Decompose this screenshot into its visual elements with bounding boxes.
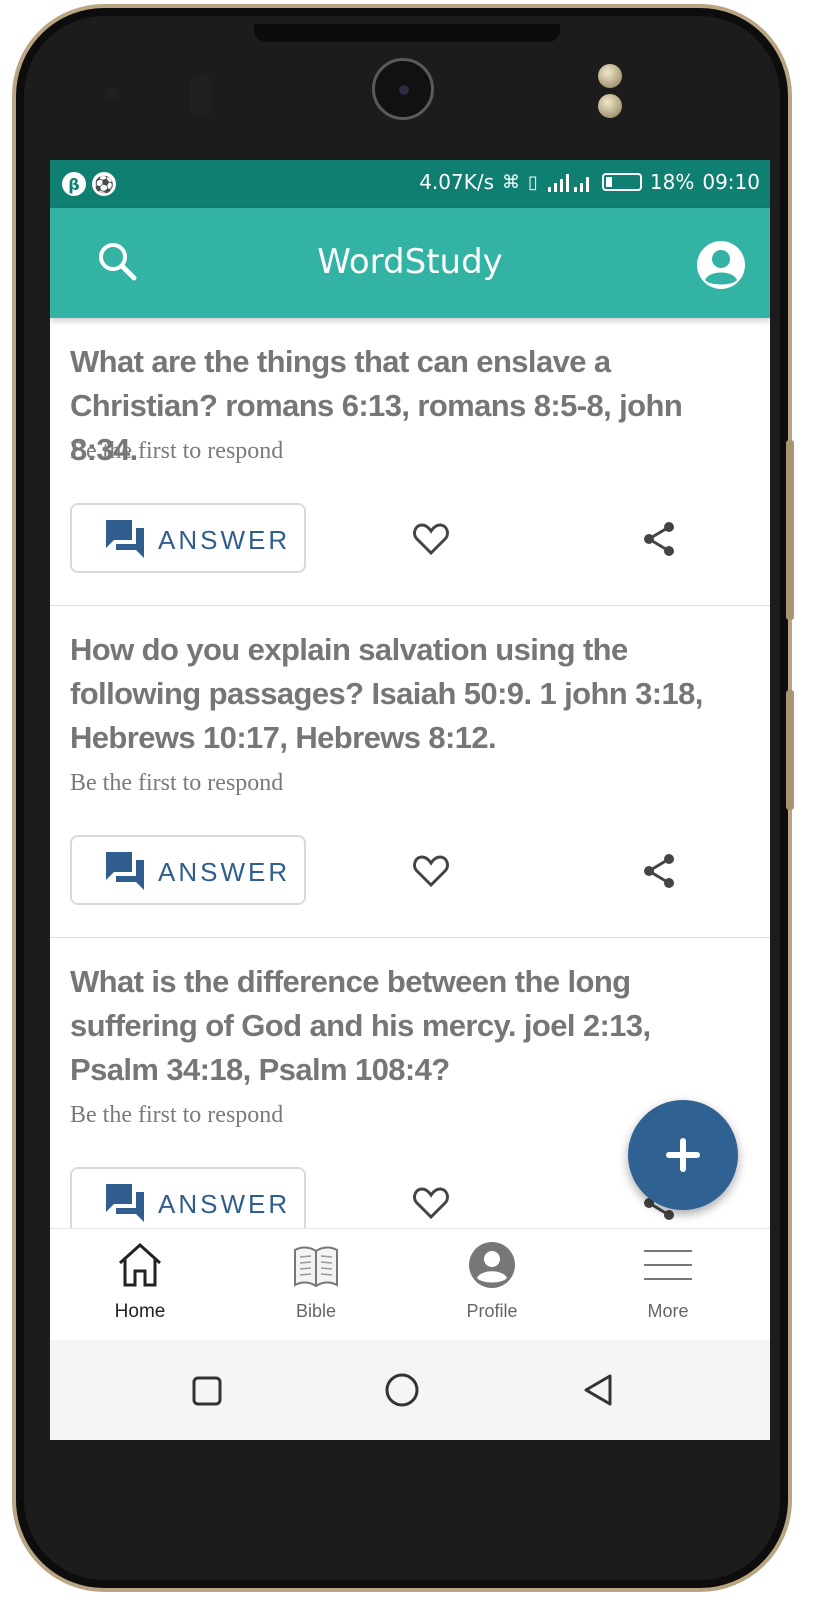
like-button[interactable]	[412, 520, 450, 558]
soccer-ball-icon: ⚽	[92, 172, 116, 196]
app-screen: β ⚽ 4.07K/s ⌘ ▯ 18% 09:10 WordStudy What…	[50, 160, 770, 1440]
flash-led-top	[598, 64, 622, 88]
forum-icon	[106, 852, 144, 890]
heart-icon	[413, 1187, 449, 1220]
circle-icon	[385, 1373, 419, 1407]
recents-button[interactable]	[186, 1370, 226, 1410]
answer-label: ANSWER	[158, 1189, 291, 1219]
response-status: Be the first to respond	[70, 438, 284, 464]
app-bar: WordStudy	[50, 208, 770, 318]
app-notification-icon: β	[62, 172, 86, 196]
heart-icon	[413, 523, 449, 556]
book-icon	[294, 1246, 338, 1288]
share-icon	[644, 854, 674, 888]
answer-button[interactable]: ANSWER	[70, 1167, 306, 1237]
volume-button	[786, 440, 794, 620]
menu-icon	[644, 1250, 692, 1280]
vibrate-icon: ▯	[528, 171, 538, 193]
battery-icon	[601, 173, 642, 191]
like-button[interactable]	[412, 1184, 450, 1222]
system-navigation-bar	[50, 1340, 770, 1440]
profile-icon	[469, 1242, 515, 1288]
answer-label: ANSWER	[158, 525, 291, 555]
clock: 09:10	[702, 170, 760, 194]
nav-profile[interactable]: Profile	[402, 1229, 582, 1341]
answer-label: ANSWER	[158, 857, 291, 887]
battery-percent: 18%	[649, 170, 695, 194]
front-camera	[372, 58, 434, 120]
status-bar: β ⚽ 4.07K/s ⌘ ▯ 18% 09:10	[50, 160, 770, 208]
home-icon	[118, 1242, 162, 1287]
like-button[interactable]	[412, 852, 450, 890]
forum-icon	[106, 520, 144, 558]
account-circle-icon	[697, 241, 745, 289]
add-question-button[interactable]	[628, 1100, 738, 1210]
response-status: Be the first to respond	[70, 1102, 284, 1128]
response-status: Be the first to respond	[70, 770, 284, 796]
share-icon	[644, 522, 674, 556]
answer-button[interactable]: ANSWER	[70, 835, 306, 905]
square-icon	[192, 1376, 222, 1406]
bottom-navigation: Home Bible Profile More	[50, 1228, 770, 1341]
forum-icon	[106, 1184, 144, 1222]
flash-led-bottom	[598, 94, 622, 118]
proximity-sensor	[106, 88, 118, 100]
nav-home[interactable]: Home	[50, 1229, 230, 1341]
light-sensor	[190, 74, 212, 116]
share-button[interactable]	[640, 852, 678, 890]
power-button	[786, 690, 794, 810]
earpiece-speaker	[254, 24, 560, 42]
back-button[interactable]	[578, 1370, 618, 1410]
heart-icon	[413, 855, 449, 888]
nav-bible-label: Bible	[295, 1301, 337, 1321]
nav-bible[interactable]: Bible	[226, 1229, 406, 1341]
question-card[interactable]: What are the things that can enslave a C…	[50, 318, 770, 606]
nav-more-label: More	[647, 1301, 689, 1321]
hotspot-icon: ⌘	[502, 171, 520, 193]
question-text[interactable]: How do you explain salvation using the f…	[70, 628, 740, 760]
share-button[interactable]	[640, 520, 678, 558]
nav-more[interactable]: More	[578, 1229, 758, 1341]
network-speed: 4.07K/s	[419, 170, 494, 194]
app-title: WordStudy	[317, 242, 503, 282]
question-card[interactable]: How do you explain salvation using the f…	[50, 606, 770, 938]
account-button[interactable]	[696, 240, 746, 290]
home-system-button[interactable]	[382, 1370, 422, 1410]
nav-home-label: Home	[114, 1301, 166, 1322]
answer-button[interactable]: ANSWER	[70, 503, 306, 573]
question-text[interactable]: What is the difference between the long …	[70, 960, 740, 1092]
nav-profile-label: Profile	[466, 1301, 518, 1321]
back-triangle-icon	[584, 1374, 612, 1406]
signal-icon	[547, 174, 589, 192]
